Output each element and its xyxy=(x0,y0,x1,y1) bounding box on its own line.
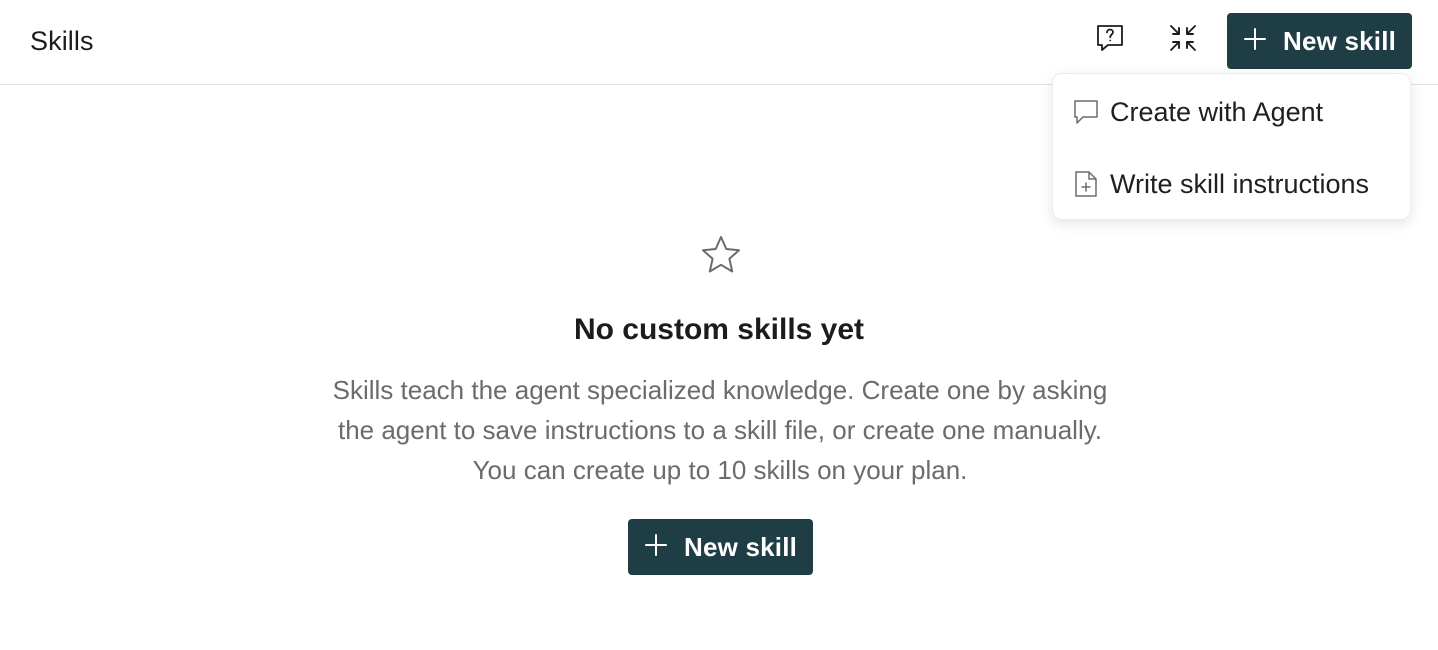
collapse-arrows-icon xyxy=(1168,23,1198,58)
new-skill-dropdown-menu: Create with Agent Write skill instructio… xyxy=(1052,73,1411,220)
empty-state-new-skill-button[interactable]: New skill xyxy=(628,519,813,575)
feedback-question-icon xyxy=(1095,23,1125,58)
plus-icon xyxy=(644,533,668,562)
empty-state-title: No custom skills yet xyxy=(573,313,865,346)
skills-page: Skills New skill Create with Agent Write… xyxy=(0,0,1438,650)
feedback-button[interactable] xyxy=(1090,20,1130,60)
plus-icon xyxy=(1243,27,1267,56)
menu-item-label: Create with Agent xyxy=(1110,96,1324,127)
file-plus-icon xyxy=(1072,170,1100,198)
chat-bubble-icon xyxy=(1072,98,1100,126)
star-icon xyxy=(700,234,742,276)
empty-state-description: Skills teach the agent specialized knowl… xyxy=(332,375,1108,485)
new-skill-label: New skill xyxy=(1283,25,1397,56)
menu-item-create-with-agent[interactable]: Create with Agent xyxy=(1053,80,1410,144)
menu-item-label: Write skill instructions xyxy=(1110,168,1370,199)
menu-item-write-skill-instructions[interactable]: Write skill instructions xyxy=(1053,152,1410,216)
header-new-skill-button[interactable]: New skill xyxy=(1227,13,1412,69)
page-title: Skills xyxy=(30,26,94,56)
collapse-button[interactable] xyxy=(1163,20,1203,60)
new-skill-label: New skill xyxy=(684,531,798,562)
